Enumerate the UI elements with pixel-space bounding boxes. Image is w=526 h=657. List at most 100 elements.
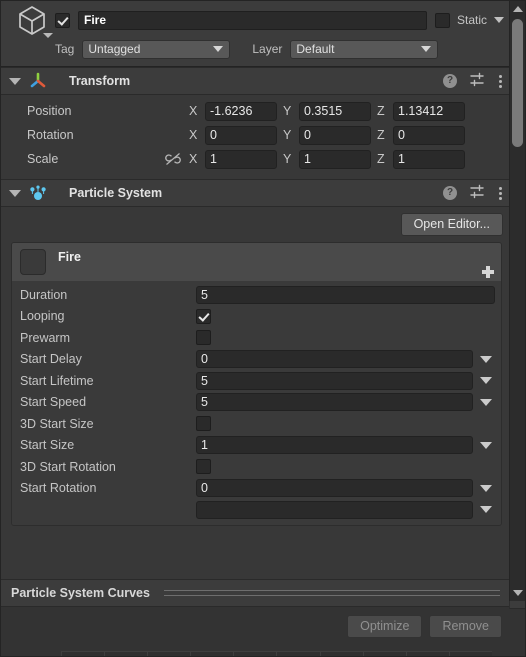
start-speed-input[interactable]: 5	[196, 393, 473, 412]
transform-gizmo-icon	[29, 72, 47, 90]
prewarm-label: Prewarm	[20, 330, 71, 345]
rotation-z-input[interactable]: 0	[393, 125, 465, 145]
inspector-vertical-scrollbar[interactable]	[509, 1, 525, 601]
help-icon[interactable]: ?	[443, 186, 457, 200]
start-lifetime-control: 5	[196, 371, 495, 390]
start-lifetime-mode-dropdown-icon[interactable]	[480, 377, 492, 385]
scale-y-axis-label: Y	[283, 152, 292, 166]
start-speed-mode-dropdown-icon[interactable]	[480, 398, 492, 406]
particle-system-body: Open Editor... Fire Duration 5 Looping P…	[1, 207, 512, 526]
property-row-duration: Duration 5	[12, 284, 501, 306]
prewarm-checkbox[interactable]	[196, 330, 211, 346]
open-editor-button[interactable]: Open Editor...	[400, 213, 503, 236]
scale-y-input[interactable]: 1	[299, 149, 371, 169]
3d-start-size-checkbox[interactable]	[196, 416, 211, 432]
cube-icon	[15, 3, 49, 37]
optimize-button[interactable]: Optimize	[347, 615, 423, 638]
rotation-label: Rotation	[27, 128, 74, 142]
layer-value: Default	[296, 42, 335, 56]
duration-label: Duration	[20, 287, 68, 302]
broken-link-icon[interactable]	[157, 152, 189, 166]
partial-input[interactable]	[196, 500, 473, 519]
scale-z-input[interactable]: 1	[393, 149, 465, 169]
property-row-start-delay: Start Delay 0	[12, 349, 501, 371]
scrollbar-thumb[interactable]	[512, 19, 523, 147]
help-icon[interactable]: ?	[443, 74, 457, 88]
inspector-content: Fire Static Tag Untagged Layer Default T…	[1, 1, 512, 656]
rotation-x-axis-label: X	[189, 128, 198, 142]
looping-label: Looping	[20, 309, 65, 324]
looping-checkbox[interactable]	[196, 308, 211, 324]
particle-system-title: Particle System	[69, 186, 163, 200]
static-group: Static	[434, 12, 506, 28]
rotation-z-axis-label: Z	[377, 128, 385, 142]
property-row-looping: Looping	[12, 306, 501, 328]
transform-position-row: Position X -1.6236 Y 0.3515 Z 1.13412	[7, 100, 506, 122]
start-rotation-label: Start Rotation	[20, 481, 97, 496]
particle-system-component-header[interactable]: Particle System ?	[1, 179, 512, 207]
kebab-menu-icon[interactable]	[498, 186, 502, 200]
transform-foldout-icon[interactable]	[9, 77, 21, 85]
particle-preview-swatch[interactable]	[20, 249, 46, 275]
tag-dropdown[interactable]: Untagged	[82, 39, 231, 59]
gameobject-name-input[interactable]: Fire	[78, 10, 427, 30]
3d-start-size-control	[196, 416, 495, 432]
layer-dropdown[interactable]: Default	[290, 39, 439, 59]
scale-x-axis-label: X	[189, 152, 198, 166]
looping-control	[196, 308, 495, 324]
rotation-x-input[interactable]: 0	[205, 125, 277, 145]
partial-dropdown-icon[interactable]	[480, 506, 492, 514]
gameobject-enabled-checkbox[interactable]	[55, 12, 70, 28]
start-delay-mode-dropdown-icon[interactable]	[480, 355, 492, 363]
scroll-up-arrow-icon[interactable]	[510, 2, 525, 16]
start-delay-control: 0	[196, 350, 495, 369]
gameobject-name-value: Fire	[84, 13, 107, 27]
property-row-prewarm: Prewarm	[12, 327, 501, 349]
start-size-mode-dropdown-icon[interactable]	[480, 441, 492, 449]
tag-label: Tag	[55, 42, 75, 56]
chevron-down-icon[interactable]	[43, 33, 53, 38]
scale-label: Scale	[27, 152, 59, 166]
start-delay-input[interactable]: 0	[196, 350, 473, 369]
preset-sliders-icon[interactable]	[470, 72, 485, 90]
open-editor-row: Open Editor...	[7, 213, 506, 242]
3d-start-rotation-checkbox[interactable]	[196, 459, 211, 475]
start-rotation-input[interactable]: 0	[196, 479, 473, 498]
position-z-input[interactable]: 1.13412	[393, 101, 465, 121]
start-lifetime-label: Start Lifetime	[20, 373, 94, 388]
plus-icon[interactable]	[482, 266, 494, 278]
start-rotation-mode-dropdown-icon[interactable]	[480, 484, 492, 492]
rotation-y-input[interactable]: 0	[299, 125, 371, 145]
start-size-input[interactable]: 1	[196, 436, 473, 455]
position-y-input[interactable]: 0.3515	[299, 101, 371, 121]
particle-system-curves-header[interactable]: Particle System Curves	[1, 579, 512, 607]
kebab-menu-icon[interactable]	[498, 74, 502, 88]
rotation-y-axis-label: Y	[283, 128, 292, 142]
3d-start-rotation-label: 3D Start Rotation	[20, 459, 116, 474]
position-x-input[interactable]: -1.6236	[205, 101, 277, 121]
property-row-start-speed: Start Speed 5	[12, 392, 501, 414]
transform-component-header[interactable]: Transform ?	[1, 67, 512, 95]
particle-system-foldout-icon[interactable]	[9, 189, 21, 197]
curves-editor-panel: Optimize Remove	[1, 607, 512, 656]
scale-x-input[interactable]: 1	[205, 149, 277, 169]
particle-module-header[interactable]: Fire	[12, 243, 501, 281]
gameobject-header: Fire Static Tag Untagged Layer Default	[1, 1, 512, 67]
duration-input[interactable]: 5	[196, 285, 495, 304]
particle-system-icon	[29, 184, 47, 202]
scale-z-axis-label: Z	[377, 152, 385, 166]
preset-sliders-icon[interactable]	[470, 184, 485, 202]
start-lifetime-input[interactable]: 5	[196, 371, 473, 390]
gameobject-icon-button[interactable]	[9, 1, 55, 40]
curve-grid	[61, 651, 492, 656]
particle-module-name: Fire	[58, 250, 81, 264]
transform-title: Transform	[69, 74, 131, 88]
remove-button[interactable]: Remove	[429, 615, 502, 638]
unity-inspector-panel: Fire Static Tag Untagged Layer Default T…	[0, 0, 526, 657]
static-checkbox[interactable]	[434, 12, 450, 28]
static-dropdown-icon[interactable]	[494, 17, 504, 23]
layer-label: Layer	[252, 42, 283, 56]
gameobject-name-row: Fire Static	[7, 6, 506, 38]
property-row-3d-start-size: 3D Start Size	[12, 413, 501, 435]
scroll-down-arrow-icon[interactable]	[510, 586, 525, 600]
